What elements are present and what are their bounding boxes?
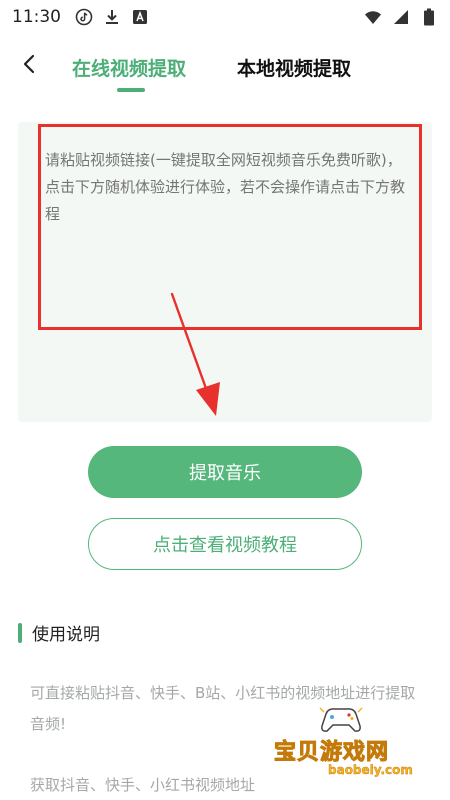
watermark-cn-text: 宝贝游戏网 bbox=[273, 740, 390, 766]
download-icon bbox=[103, 8, 121, 26]
tab-local-extract[interactable]: 本地视频提取 bbox=[237, 54, 351, 81]
header: 在线视频提取 本地视频提取 bbox=[0, 40, 450, 100]
tab-online-extract[interactable]: 在线视频提取 bbox=[72, 54, 186, 81]
gamepad-icon bbox=[319, 707, 363, 732]
status-icons-left bbox=[75, 8, 149, 26]
status-bar: 11:30 bbox=[0, 0, 450, 34]
heading-accent-bar bbox=[18, 622, 22, 643]
a-badge-icon bbox=[131, 8, 149, 26]
chevron-left-icon bbox=[19, 53, 41, 79]
signal-icon bbox=[392, 8, 410, 26]
instructions-heading: 使用说明 bbox=[18, 620, 100, 645]
active-tab-indicator bbox=[117, 88, 145, 92]
battery-icon bbox=[420, 8, 438, 26]
extract-music-button[interactable]: 提取音乐 bbox=[88, 446, 362, 498]
video-link-input[interactable] bbox=[38, 124, 422, 330]
view-tutorial-button[interactable]: 点击查看视频教程 bbox=[88, 518, 362, 570]
site-watermark: 宝贝游戏网 baobeiy.com bbox=[270, 700, 440, 780]
wifi-icon bbox=[364, 8, 382, 26]
watermark-url-text: baobeiy.com bbox=[328, 763, 413, 777]
status-time: 11:30 bbox=[12, 7, 61, 27]
back-button[interactable] bbox=[14, 50, 46, 82]
tiktok-icon bbox=[75, 8, 93, 26]
status-icons-right bbox=[364, 8, 438, 26]
instructions-title: 使用说明 bbox=[32, 625, 100, 645]
arrow-annotation-icon bbox=[170, 292, 220, 416]
